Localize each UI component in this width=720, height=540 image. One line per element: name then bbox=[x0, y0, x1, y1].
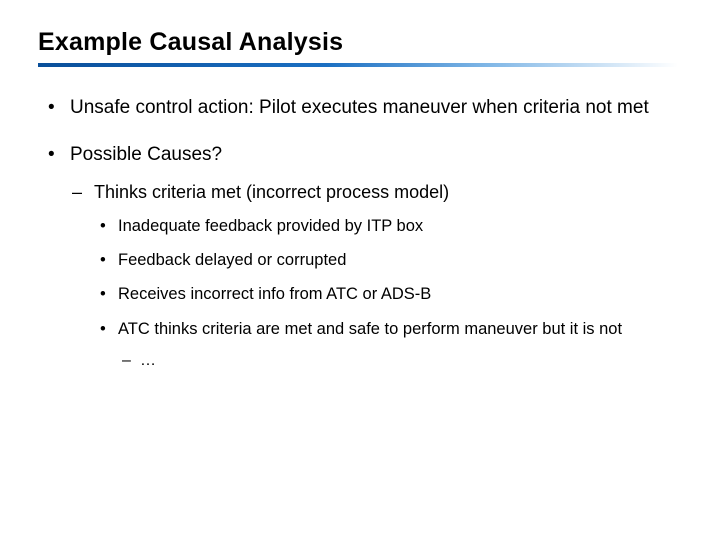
bullet-text: … bbox=[140, 352, 156, 369]
bullet-item: Thinks criteria met (incorrect process m… bbox=[70, 181, 682, 371]
bullet-list-level1: Unsafe control action: Pilot executes ma… bbox=[38, 95, 682, 372]
bullet-text: Unsafe control action: Pilot executes ma… bbox=[70, 97, 649, 118]
bullet-item: ATC thinks criteria are met and safe to … bbox=[94, 318, 682, 372]
title-underline bbox=[38, 63, 678, 67]
bullet-text: ATC thinks criteria are met and safe to … bbox=[118, 320, 622, 338]
bullet-list-level3: Inadequate feedback provided by ITP box … bbox=[94, 215, 682, 372]
bullet-list-level2: Thinks criteria met (incorrect process m… bbox=[70, 181, 682, 371]
bullet-item: Unsafe control action: Pilot executes ma… bbox=[38, 95, 682, 120]
bullet-text: Thinks criteria met (incorrect process m… bbox=[94, 182, 449, 202]
bullet-list-level4: … bbox=[118, 350, 682, 372]
bullet-item: … bbox=[118, 350, 682, 372]
bullet-text: Receives incorrect info from ATC or ADS-… bbox=[118, 285, 431, 303]
bullet-item: Inadequate feedback provided by ITP box bbox=[94, 215, 682, 237]
bullet-text: Inadequate feedback provided by ITP box bbox=[118, 217, 423, 235]
slide-body: Example Causal Analysis Unsafe control a… bbox=[0, 0, 720, 414]
bullet-item: Feedback delayed or corrupted bbox=[94, 249, 682, 271]
slide-title: Example Causal Analysis bbox=[38, 28, 682, 57]
bullet-item: Possible Causes? Thinks criteria met (in… bbox=[38, 142, 682, 371]
bullet-text: Possible Causes? bbox=[70, 144, 222, 165]
bullet-item: Receives incorrect info from ATC or ADS-… bbox=[94, 283, 682, 305]
bullet-text: Feedback delayed or corrupted bbox=[118, 251, 346, 269]
